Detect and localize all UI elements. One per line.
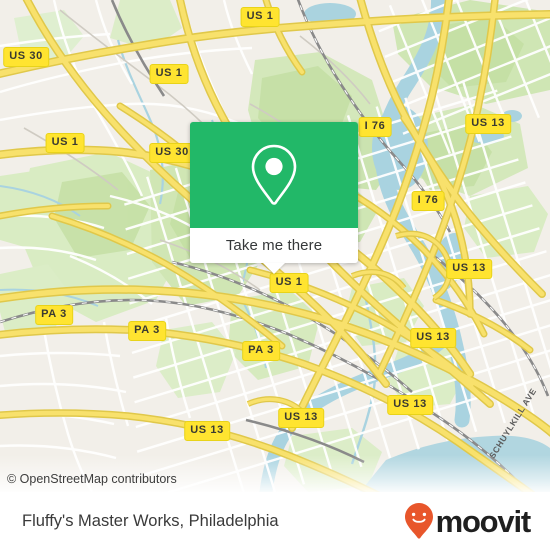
popup-header <box>190 122 358 228</box>
road-shield: PA 3 <box>242 341 280 361</box>
road-shield: US 13 <box>446 259 492 279</box>
road-shield: US 13 <box>184 421 230 441</box>
location-popup-card[interactable]: Take me there <box>190 122 358 274</box>
place-title: Fluffy's Master Works, Philadelphia <box>22 511 279 530</box>
bottom-bar: Fluffy's Master Works, Philadelphia moov… <box>0 492 550 550</box>
road-shield: US 1 <box>149 64 189 84</box>
map-pin-icon <box>251 144 297 205</box>
map-screenshot-root: US 1 US 30 US 1 I 76 US 13 US 1 US 30 I 76 US 13… <box>0 0 550 550</box>
popup-tail <box>263 263 285 274</box>
road-shield: US 1 <box>45 133 85 153</box>
road-shield: PA 3 <box>128 321 166 341</box>
road-shield: US 13 <box>410 328 456 348</box>
popup-footer[interactable]: Take me there <box>190 228 358 263</box>
road-shield: I 76 <box>358 117 392 137</box>
road-shield: US 30 <box>149 143 195 163</box>
moovit-wordmark: moovit <box>435 503 532 539</box>
road-shield: US 30 <box>3 47 49 67</box>
osm-attribution[interactable]: © OpenStreetMap contributors <box>7 472 177 486</box>
road-shield: US 1 <box>240 7 280 27</box>
take-me-there-label: Take me there <box>225 237 323 254</box>
moovit-smiley-pin-icon <box>404 503 433 539</box>
moovit-logo[interactable]: moovit <box>404 502 532 540</box>
road-shield: PA 3 <box>35 305 73 325</box>
road-shield: US 13 <box>278 408 324 428</box>
road-shield: US 13 <box>465 114 511 134</box>
road-shield: US 13 <box>387 395 433 415</box>
road-shield: US 1 <box>269 273 309 293</box>
road-shield: I 76 <box>411 191 445 211</box>
